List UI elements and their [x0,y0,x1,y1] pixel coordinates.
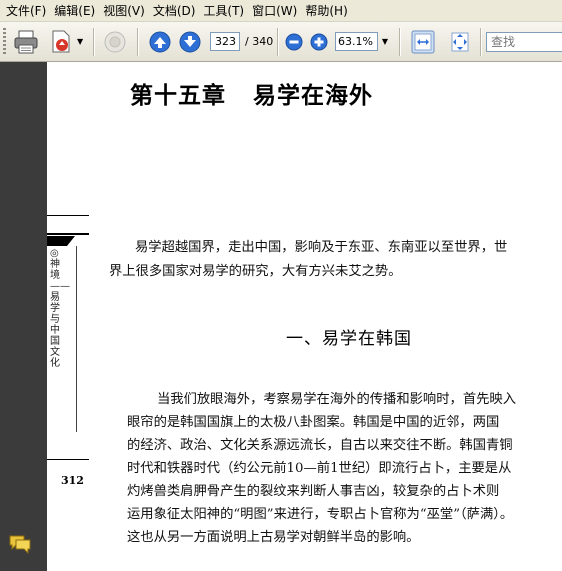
zoom-in-icon[interactable] [310,33,328,51]
document-view[interactable]: ◎神境——易学与中国文化 312 第十五章 易学在海外 易学超越国界，走出中国，… [47,62,562,571]
menu-document[interactable]: 文档(D) [151,0,202,22]
menu-view[interactable]: 视图(V) [101,0,151,22]
menu-tools[interactable]: 工具(T) [201,0,250,22]
toolbar: ▼ / 340 ▼ [0,22,562,62]
body-line: 眼帘的是韩国国旗上的太极八卦图案。韩国是中国的近邻，两国 [127,415,500,430]
menu-edit[interactable]: 编辑(E) [52,0,101,22]
toolbar-grip[interactable] [3,28,6,56]
body-line: 运用象征太阳神的“明图”来进行，专职占卜官称为“巫堂”（萨满）。 [127,507,514,522]
collaborate-icon[interactable] [102,29,128,55]
intro-line: 易学超越国界，走出中国，影响及于东亚、东南亚以至世界，世 [135,240,508,255]
search-input[interactable] [486,32,562,52]
prev-page-rule [47,233,89,235]
fit-page-icon[interactable] [448,30,472,54]
fit-width-icon[interactable] [411,30,435,54]
page-total-label: / 340 [245,35,274,48]
create-pdf-icon[interactable] [48,28,74,56]
menu-help[interactable]: 帮助(H) [303,0,353,22]
prev-page-rule [47,459,89,460]
zoom-out-icon[interactable] [285,33,303,51]
body-line: 的经济、政治、文化关系源远流长，自古以来交往不断。韩国青铜 [127,438,513,453]
page-number-input[interactable] [210,32,240,51]
body-line: 这也从另一方面说明上古易学对朝鲜半岛的影响。 [127,530,420,545]
zoom-dropdown-icon[interactable]: ▼ [379,32,391,51]
prev-page-rule [76,246,77,432]
prev-page-rule [47,215,89,216]
chapter-title: 第十五章 易学在海外 [130,82,374,109]
previous-page-icon[interactable] [149,31,171,53]
section-title: 一、易学在韩国 [286,329,412,349]
zoom-level-input[interactable] [335,32,378,51]
next-page-icon[interactable] [179,31,201,53]
menu-bar: 文件(F) 编辑(E) 视图(V) 文档(D) 工具(T) 窗口(W) 帮助(H… [0,0,562,22]
body-line: 时代和铁器时代（约公元前10—前1世纪）即流行占卜，主要是从 [127,461,512,476]
navigation-panel [0,62,47,571]
prev-page-running-head: ◎神境——易学与中国文化 [50,248,70,369]
menu-window[interactable]: 窗口(W) [250,0,303,22]
prev-page-number: 312 [61,474,84,487]
prev-page-ornament [47,236,75,246]
create-dropdown-icon[interactable]: ▼ [77,37,83,46]
body-line: 灼烤兽类肩胛骨产生的裂纹来判断人事吉凶，较复杂的占卜术则 [127,484,500,499]
body-line: 当我们放眼海外，考察易学在海外的传播和影响时，首先映入 [157,392,517,407]
intro-line: 界上很多国家对易学的研究，大有方兴未艾之势。 [109,264,402,279]
menu-file[interactable]: 文件(F) [4,0,52,22]
print-icon[interactable] [12,29,40,55]
comments-icon[interactable] [8,534,32,554]
